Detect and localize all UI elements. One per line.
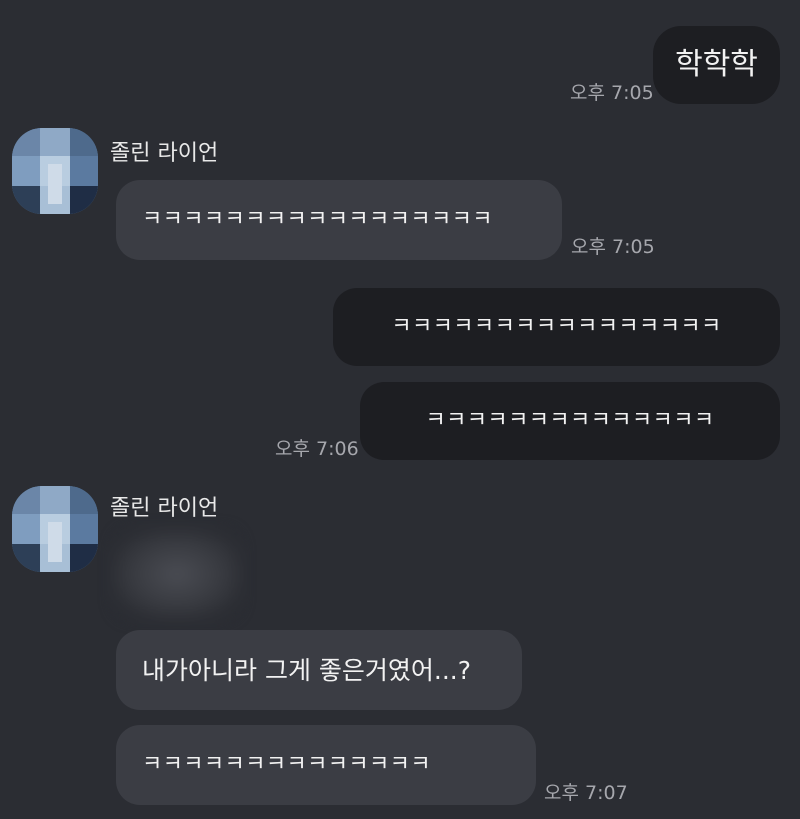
message-time: 오후 7:07 — [544, 782, 628, 804]
message-bubble[interactable]: ㅋㅋㅋㅋㅋㅋㅋㅋㅋㅋㅋㅋㅋㅋㅋㅋ — [333, 288, 780, 366]
sender-name: 졸린 라이언 — [110, 496, 219, 521]
message-bubble[interactable]: 내가아니라 그게 좋은거였어...? — [116, 630, 522, 710]
message-text: 학학학 — [675, 47, 758, 82]
message-bubble[interactable]: 학학학 — [653, 26, 780, 104]
blurred-media[interactable] — [112, 528, 242, 620]
avatar[interactable] — [12, 128, 98, 214]
message-time: 오후 7:06 — [275, 438, 359, 460]
message-bubble[interactable]: ㅋㅋㅋㅋㅋㅋㅋㅋㅋㅋㅋㅋㅋㅋ — [360, 382, 780, 460]
message-text: ㅋㅋㅋㅋㅋㅋㅋㅋㅋㅋㅋㅋㅋㅋ — [425, 408, 715, 433]
message-bubble[interactable]: ㅋㅋㅋㅋㅋㅋㅋㅋㅋㅋㅋㅋㅋㅋㅋㅋㅋ — [116, 180, 562, 260]
avatar[interactable] — [12, 486, 98, 572]
message-bubble[interactable]: ㅋㅋㅋㅋㅋㅋㅋㅋㅋㅋㅋㅋㅋㅋ — [116, 725, 536, 805]
message-time: 오후 7:05 — [570, 82, 654, 104]
message-text: ㅋㅋㅋㅋㅋㅋㅋㅋㅋㅋㅋㅋㅋㅋㅋㅋ — [391, 314, 722, 339]
avatar-image — [12, 486, 98, 572]
sender-name: 졸린 라이언 — [110, 141, 219, 166]
avatar-image — [12, 128, 98, 214]
message-time: 오후 7:05 — [571, 236, 655, 258]
message-text: ㅋㅋㅋㅋㅋㅋㅋㅋㅋㅋㅋㅋㅋㅋ — [142, 752, 431, 777]
message-text: ㅋㅋㅋㅋㅋㅋㅋㅋㅋㅋㅋㅋㅋㅋㅋㅋㅋ — [142, 207, 493, 232]
message-text: 내가아니라 그게 좋은거였어...? — [142, 655, 472, 685]
